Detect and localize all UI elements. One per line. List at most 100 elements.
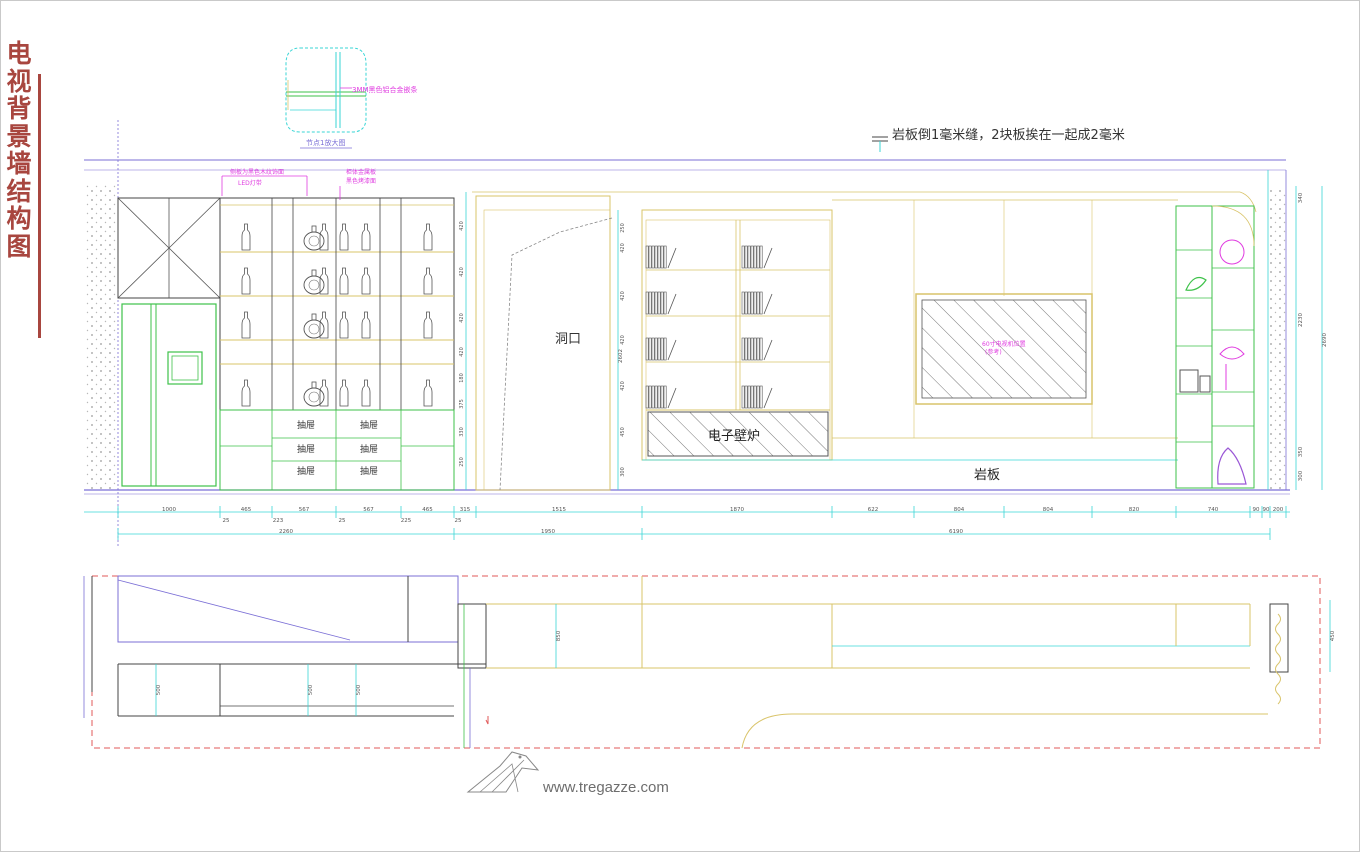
dimension-label: 465 <box>422 507 433 513</box>
decanter-icon <box>303 313 325 339</box>
opening-label: 洞口 <box>555 332 581 347</box>
top-note: 岩板倒1毫米缝，2块板挨在一起成2毫米 <box>872 127 1125 152</box>
dimension-chain: 1000 465 567 567 465 315 1515 1870 622 804 804 820 7… <box>84 506 1290 540</box>
dimension-label: 420 <box>620 243 626 253</box>
bottle-icon <box>361 379 371 407</box>
dimension-label: 1870 <box>730 507 744 513</box>
dimension-label: 1515 <box>552 507 566 513</box>
drawer-label: 抽屉 <box>360 419 378 431</box>
bottle-icon <box>319 311 329 339</box>
books-icon <box>645 385 677 409</box>
bottle-icon <box>339 379 349 407</box>
bottle-icon <box>423 379 433 407</box>
bottle-icon <box>339 223 349 251</box>
shelving-unit: 电子壁炉 <box>641 209 833 461</box>
detail-callout-text: 3MM黑色铝合金嵌条 <box>352 85 418 94</box>
dimension-label: 375 <box>459 399 465 409</box>
dimension-label: 225 <box>401 518 412 524</box>
cabinet-note-2: 柜体金属板 <box>346 168 376 176</box>
dimension-label: 350 <box>1298 446 1304 457</box>
dimension-label: 420 <box>620 335 626 345</box>
wine-cabinet: 抽屉 抽屉 抽屉 抽屉 抽屉 抽屉 侧板为黑色木纹饰面 LED灯带 柜体金属板 … <box>219 168 455 491</box>
drawer-label: 抽屉 <box>360 443 378 455</box>
stone-panel-label: 岩板 <box>974 468 1000 483</box>
bottle-icon <box>339 311 349 339</box>
dimension-label: 567 <box>363 507 374 513</box>
dimension-label: 25 <box>339 518 346 524</box>
top-note-text: 岩板倒1毫米缝，2块板挨在一起成2毫米 <box>892 127 1125 143</box>
dimension-label: 6190 <box>949 529 963 535</box>
dimension-label: 180 <box>459 373 465 383</box>
books-icon <box>741 385 773 409</box>
watermark-url: www.tregazze.com <box>543 779 669 796</box>
dimension-label: 420 <box>459 313 465 323</box>
tv-sublabel: (参考) <box>985 348 1002 356</box>
bottle-icon <box>241 379 251 407</box>
dimension-label: 567 <box>299 507 310 513</box>
dimension-label: 2260 <box>279 529 293 535</box>
decanter-icon <box>303 269 325 295</box>
tv-label: 60寸电视机位置 <box>982 340 1026 348</box>
bottle-icon <box>319 223 329 251</box>
bottle-icon <box>319 267 329 295</box>
dimension-label: 330 <box>459 427 465 437</box>
dimension-label: 850 <box>556 630 562 641</box>
fridge-cabinet <box>117 197 221 487</box>
dimension-label: 420 <box>620 381 626 391</box>
bottle-icon <box>241 223 251 251</box>
decanter-icon <box>303 225 325 251</box>
drawer-label: 抽屉 <box>297 419 315 431</box>
elevation-outline <box>84 120 1290 548</box>
dimension-label: 804 <box>954 507 965 513</box>
dimension-label: 300 <box>620 467 626 477</box>
plan-view: 850 500 500 500 450 <box>83 575 1336 749</box>
drawer-label: 抽屉 <box>360 465 378 477</box>
dimension-label: 500 <box>156 684 162 695</box>
cabinet-note-1b: LED灯带 <box>238 179 262 187</box>
dimension-label: 300 <box>1298 470 1304 481</box>
bottle-icon <box>241 267 251 295</box>
dimension-label: 2230 <box>1298 313 1304 327</box>
dimension-label: 804 <box>1043 507 1054 513</box>
books-icon <box>645 245 677 269</box>
bottle-icon <box>361 223 371 251</box>
dimension-label: 90 <box>1253 507 1260 513</box>
decanter-icon <box>303 381 325 407</box>
bottle-icon <box>423 223 433 251</box>
display-shelf <box>1175 205 1255 489</box>
dimension-label: 200 <box>1273 507 1284 513</box>
dimension-label: 420 <box>459 267 465 277</box>
dimension-label: 465 <box>241 507 252 513</box>
dimension-label: 2602 <box>618 349 624 363</box>
bottle-icon <box>423 267 433 295</box>
vertical-dimensions: 340 2230 2690 350 300 420 420 420 420 180 375 330 25… <box>459 186 1328 490</box>
cabinet-note-1: 侧板为黑色木纹饰面 <box>230 168 284 176</box>
watermark-logo <box>466 751 540 793</box>
dimension-label: 340 <box>1298 192 1304 203</box>
dimension-label: 90 <box>1263 507 1270 513</box>
dimension-label: 820 <box>1129 507 1140 513</box>
dimension-label: 250 <box>620 223 626 233</box>
elevation-drawing: 3MM黑色铝合金嵌条 节点1放大图 岩板倒1毫米缝，2块板挨在一起成2毫米 抽屉… <box>83 47 1336 793</box>
dimension-label: 2690 <box>1322 333 1328 347</box>
dimension-label: 1950 <box>541 529 555 535</box>
books-icon <box>741 245 773 269</box>
books-icon <box>741 337 773 361</box>
dimension-label: 622 <box>868 507 879 513</box>
dimension-label: 450 <box>620 427 626 437</box>
drawer-label: 抽屉 <box>297 465 315 477</box>
dimension-label: 420 <box>459 221 465 231</box>
dimension-label: 420 <box>620 291 626 301</box>
dimension-label: 500 <box>356 684 362 695</box>
bottle-icon <box>361 311 371 339</box>
detail-caption: 节点1放大图 <box>306 138 345 147</box>
bottle-icon <box>339 267 349 295</box>
books-icon <box>741 291 773 315</box>
dimension-label: 450 <box>1330 630 1336 641</box>
dimension-label: 315 <box>460 507 471 513</box>
books-icon <box>645 291 677 315</box>
bottle-icon <box>319 379 329 407</box>
bottle-icon <box>361 267 371 295</box>
bottle-icon <box>241 311 251 339</box>
dimension-label: 500 <box>308 684 314 695</box>
